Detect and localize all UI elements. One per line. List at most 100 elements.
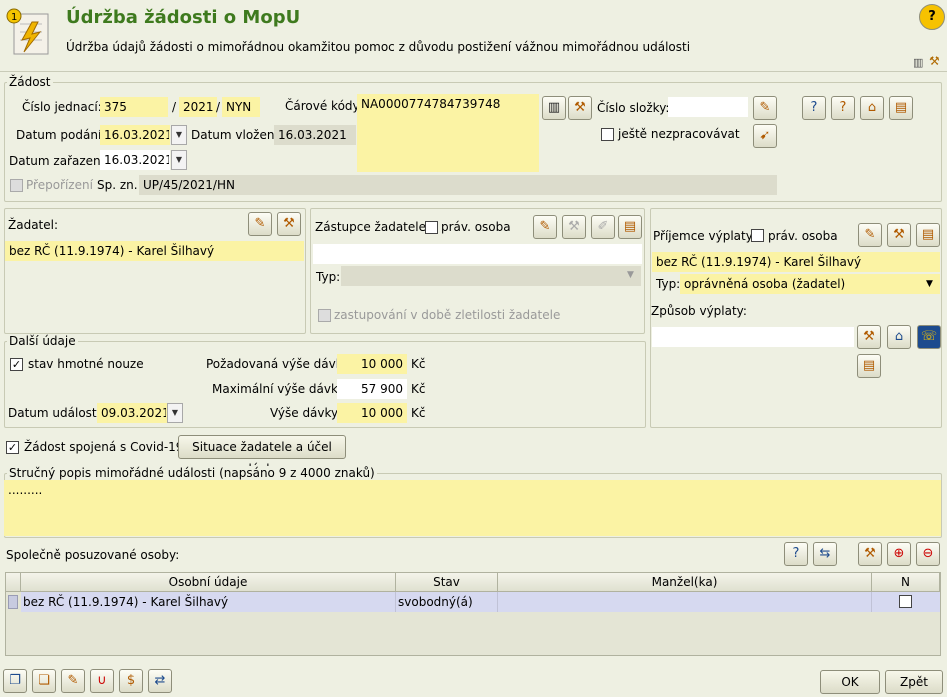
zadatel-value: bez RČ (11.9.1974) - Karel Šilhavý <box>5 241 304 261</box>
osoby-wrench-button[interactable]: ⚒ <box>858 542 882 566</box>
magnet-button[interactable]: ∪ <box>90 669 114 693</box>
document-button[interactable]: ▤ <box>889 96 913 120</box>
help-icon[interactable]: ? <box>919 4 945 30</box>
column-header-n[interactable]: N <box>872 573 940 592</box>
prijemce-typ-chevron-down-icon[interactable]: ▼ <box>926 279 933 289</box>
cj1-input[interactable]: 375 <box>100 97 168 117</box>
zpusob-wrench-button[interactable]: ⚒ <box>857 325 881 349</box>
datum-podani-input[interactable]: 16.03.2021 <box>100 125 170 145</box>
zastupce-scroll-button[interactable]: ▤ <box>618 215 642 239</box>
help-circle-button[interactable]: ? <box>802 96 826 120</box>
cislo-slozky-label: Číslo složky: <box>597 101 670 115</box>
column-header-osobni[interactable]: Osobní údaje <box>21 573 396 592</box>
osoby-table: Osobní údaje Stav Manžel(ka) N bez RČ (1… <box>5 572 941 656</box>
prijemce-typ-label: Typ: <box>656 277 681 291</box>
column-header-stav[interactable]: Stav <box>396 573 498 592</box>
zadatel-edit-button[interactable]: ✎ <box>248 212 272 236</box>
copy-button[interactable]: ❐ <box>3 669 27 693</box>
osoby-help-button[interactable]: ? <box>784 542 808 566</box>
carove-kody-input[interactable]: NA0000774784739748 <box>357 94 539 172</box>
zpusob-scroll-button[interactable]: ▤ <box>857 354 881 378</box>
cislo-slozky-input[interactable] <box>668 97 748 117</box>
app-logo-icon: 1 <box>6 8 52 58</box>
zastupce-value <box>313 244 642 264</box>
edit-list-button[interactable]: ✎ <box>753 96 777 120</box>
preporizeni-label: Přepořízení <box>26 178 93 192</box>
row-selector[interactable] <box>8 595 18 609</box>
maximalni-field: 57 900 <box>337 379 407 399</box>
zastupce-typ-chevron-down-icon: ▼ <box>627 270 634 280</box>
ok-button[interactable]: OK <box>820 670 880 694</box>
barcode-button[interactable]: ▥ <box>542 96 566 120</box>
spzn-label: Sp. zn.: <box>97 178 142 192</box>
zastupce-wrench-button: ⚒ <box>562 215 586 239</box>
spzn-field: UP/45/2021/HN <box>139 175 777 195</box>
vyse-davky-input[interactable]: 10 000 <box>337 403 407 423</box>
zastupovani-checkbox <box>318 309 331 322</box>
svg-text:1: 1 <box>11 12 17 23</box>
cj3-input[interactable]: NYN <box>222 97 260 117</box>
zadatel-wrench-button[interactable]: ⚒ <box>277 212 301 236</box>
cell-stav: svobodný(á) <box>396 592 498 612</box>
osoby-people-button[interactable]: ⇆ <box>813 542 837 566</box>
datum-udalosti-dropdown-icon[interactable]: ▼ <box>167 403 183 423</box>
transfer-button[interactable]: ⇄ <box>148 669 172 693</box>
carove-kody-label: Čárové kódy: <box>285 99 363 113</box>
money-button[interactable]: $ <box>119 669 143 693</box>
zastupce-prav-checkbox[interactable] <box>425 221 438 234</box>
datum-udalosti-input[interactable]: 09.03.2021 <box>97 403 167 423</box>
datum-zarazeni-dropdown-icon[interactable]: ▼ <box>171 150 187 170</box>
situace-button[interactable]: Situace žadatele a účel dávky <box>178 435 346 476</box>
popis-legend: Stručný popis mimořádné události (napsán… <box>7 466 377 480</box>
prijemce-prav-checkbox[interactable] <box>751 229 764 242</box>
datum-udalosti-label: Datum události: <box>8 406 104 420</box>
hmotna-nouze-checkbox[interactable]: ✓ <box>10 358 23 371</box>
zadatel-label: Žadatel: <box>8 218 59 232</box>
osoby-remove-button[interactable]: ⊖ <box>916 542 940 566</box>
cursor-button[interactable]: ➹ <box>753 124 777 148</box>
jeste-nezpracovavat-checkbox[interactable] <box>601 128 614 141</box>
preporizeni-checkbox <box>10 179 23 192</box>
pozadovana-input[interactable]: 10 000 <box>337 354 407 374</box>
zastupce-prav-label: práv. osoba <box>441 220 511 234</box>
zastupce-label: Zástupce žadatele: <box>315 220 431 234</box>
post-button[interactable]: ☏ <box>917 325 941 349</box>
vyse-davky-label: Výše dávky: <box>270 406 342 420</box>
pages-button[interactable]: ❏ <box>32 669 56 693</box>
row-n-checkbox[interactable] <box>899 595 912 608</box>
wrench-button[interactable]: ⚒ <box>568 96 592 120</box>
datum-zarazeni-input[interactable]: 16.03.2021 <box>100 150 170 170</box>
zpet-button[interactable]: Zpět <box>885 670 943 694</box>
datum-podani-dropdown-icon[interactable]: ▼ <box>171 125 187 145</box>
zpusob-vyplaty-label: Způsob výplaty: <box>651 304 747 318</box>
prijemce-scroll-button[interactable]: ▤ <box>916 223 940 247</box>
zastupce-typ-label: Typ: <box>316 270 341 284</box>
edit-note-button[interactable]: ✎ <box>61 669 85 693</box>
cj-separator: / <box>216 100 221 114</box>
covid-checkbox[interactable]: ✓ <box>6 441 19 454</box>
wrench-icon[interactable]: ⚒ <box>929 54 940 68</box>
datum-vlozeni-label: Datum vložení: <box>191 128 282 142</box>
prijemce-value: bez RČ (11.9.1974) - Karel Šilhavý <box>652 252 940 272</box>
stamp-button[interactable]: ⌂ <box>860 96 884 120</box>
zpusob-vyplaty-field <box>652 327 854 347</box>
page-subtitle: Údržba údajů žádosti o mimořádnou okamži… <box>66 40 691 54</box>
page-title: Údržba žádosti o MopU <box>66 7 301 28</box>
bank-button[interactable]: ⌂ <box>887 325 911 349</box>
osoby-label: Společně posuzované osoby: <box>6 548 180 562</box>
barcode-icon[interactable]: ▥ <box>913 56 923 69</box>
cell-osobni: bez RČ (11.9.1974) - Karel Šilhavý <box>21 592 396 612</box>
cj2-input[interactable]: 2021 <box>179 97 217 117</box>
prijemce-wrench-button[interactable]: ⚒ <box>887 223 911 247</box>
osoby-add-button[interactable]: ⊕ <box>887 542 911 566</box>
covid-label: Žádost spojená s Covid-19 <box>24 440 184 454</box>
help-orange-button[interactable]: ? <box>831 96 855 120</box>
column-header-manzel[interactable]: Manžel(ka) <box>498 573 872 592</box>
popis-textarea[interactable]: ......... <box>4 480 941 536</box>
cislo-jednaci-label: Číslo jednací: <box>22 100 102 114</box>
prijemce-edit-button[interactable]: ✎ <box>858 223 882 247</box>
prijemce-typ-select[interactable]: oprávněná osoba (žadatel) <box>680 274 940 294</box>
zastupce-edit-button[interactable]: ✎ <box>533 215 557 239</box>
datum-podani-label: Datum podání: <box>16 128 106 142</box>
table-row[interactable]: bez RČ (11.9.1974) - Karel Šilhavý svobo… <box>21 592 940 612</box>
